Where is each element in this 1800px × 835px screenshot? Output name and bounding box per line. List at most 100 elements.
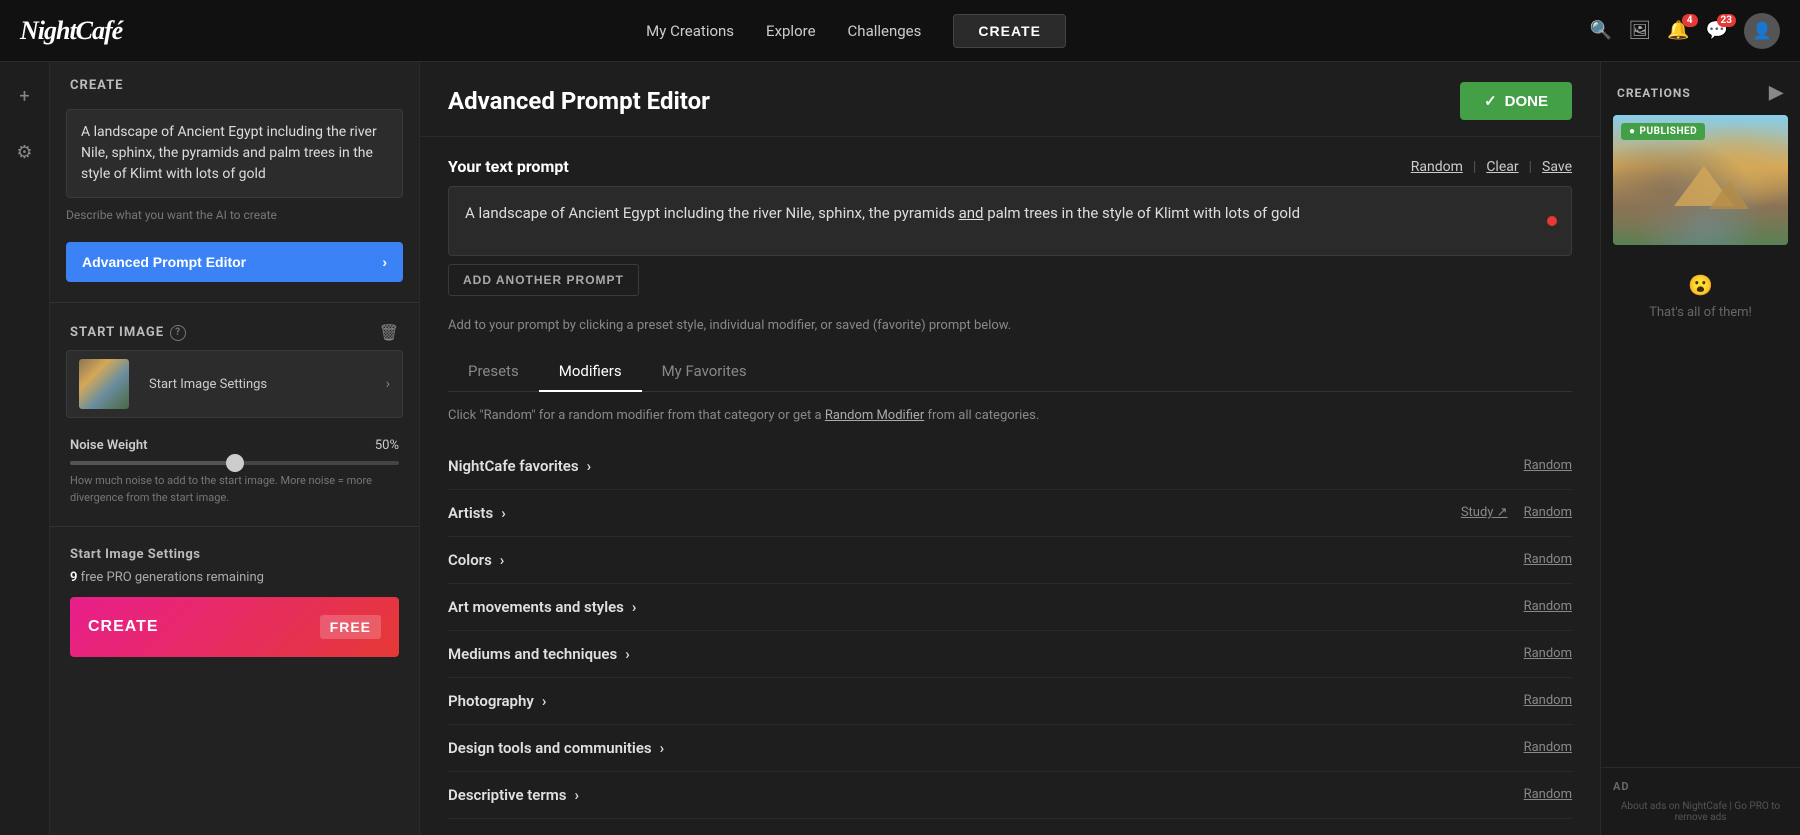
empty-state-emoji: 😮 bbox=[1688, 273, 1713, 297]
nightcafe-random-action[interactable]: Random bbox=[1524, 458, 1572, 473]
text-prompt-actions: Random | Clear | Save bbox=[1411, 159, 1572, 175]
add-prompt-hint: Add to your prompt by clicking a preset … bbox=[448, 316, 1572, 336]
random-modifier-link[interactable]: Random Modifier bbox=[825, 408, 924, 423]
noise-weight-hint: How much noise to add to the start image… bbox=[70, 473, 399, 506]
user-avatar[interactable]: 👤 bbox=[1744, 13, 1780, 49]
app-logo[interactable]: NightCafé bbox=[20, 16, 122, 46]
messages-icon[interactable]: 💬 23 bbox=[1706, 20, 1728, 41]
start-image-thumbnail bbox=[79, 359, 129, 409]
tab-modifiers[interactable]: Modifiers bbox=[539, 352, 642, 392]
editor-title: Advanced Prompt Editor bbox=[448, 87, 710, 115]
chevron-right-icon: › bbox=[382, 254, 387, 270]
modifier-categories-list: NightCafe favorites › Random Artists › S… bbox=[448, 443, 1572, 835]
editor-body: Your text prompt Random | Clear | Save A… bbox=[420, 137, 1600, 835]
noise-weight-section: Noise Weight 50% How much noise to add t… bbox=[50, 430, 419, 514]
main-layout: + ⚙ CREATE A landscape of Ancient Egypt … bbox=[0, 62, 1800, 835]
nav-explore[interactable]: Explore bbox=[766, 22, 816, 40]
category-culture-genre[interactable]: Culture / genre › Random bbox=[448, 819, 1572, 835]
slider-fill bbox=[70, 461, 235, 465]
advanced-prompt-editor-button[interactable]: Advanced Prompt Editor › bbox=[66, 242, 403, 282]
notifications-badge: 4 bbox=[1682, 14, 1698, 27]
start-image-settings-label: Start Image Settings bbox=[149, 377, 267, 392]
notifications-icon[interactable]: 🔔 4 bbox=[1667, 20, 1689, 41]
art-movements-random-action[interactable]: Random bbox=[1524, 599, 1572, 614]
colors-random-action[interactable]: Random bbox=[1524, 552, 1572, 567]
category-design-tools[interactable]: Design tools and communities › Random bbox=[448, 725, 1572, 772]
ad-links: About ads on NightCafe | Go PRO to remov… bbox=[1613, 801, 1788, 823]
text-prompt-section: Your text prompt Random | Clear | Save A… bbox=[448, 157, 1572, 296]
tab-presets[interactable]: Presets bbox=[448, 352, 539, 392]
empty-state-text: That's all of them! bbox=[1649, 305, 1752, 320]
category-chevron-icon: › bbox=[501, 504, 506, 522]
help-icon[interactable]: ? bbox=[170, 325, 186, 341]
clear-action[interactable]: Clear bbox=[1486, 159, 1518, 175]
left-panel: CREATE A landscape of Ancient Egypt incl… bbox=[50, 62, 420, 835]
nav-right-section: 🔍 🖼 🔔 4 💬 23 👤 bbox=[1590, 13, 1780, 49]
category-colors[interactable]: Colors › Random bbox=[448, 537, 1572, 584]
start-image-settings-row[interactable]: Start Image Settings › bbox=[66, 350, 403, 418]
nav-challenges[interactable]: Challenges bbox=[848, 22, 922, 40]
prompt-error-dot bbox=[1547, 216, 1557, 226]
tabs-row: Presets Modifiers My Favorites bbox=[448, 352, 1572, 392]
divider-1 bbox=[50, 302, 419, 303]
noise-weight-slider[interactable] bbox=[70, 461, 399, 465]
modifier-hint: Click "Random" for a random modifier fro… bbox=[448, 408, 1572, 423]
create-icon-btn[interactable]: + bbox=[7, 78, 43, 114]
free-tag: FREE bbox=[320, 615, 381, 639]
create-free-button[interactable]: CREATE FREE bbox=[70, 597, 399, 657]
category-art-movements[interactable]: Art movements and styles › Random bbox=[448, 584, 1572, 631]
expand-panel-icon[interactable]: ▶ bbox=[1769, 82, 1784, 103]
add-another-prompt-button[interactable]: ADD ANOTHER PROMPT bbox=[448, 264, 639, 296]
category-descriptive-terms[interactable]: Descriptive terms › Random bbox=[448, 772, 1572, 819]
about-ads-link[interactable]: About ads on NightCafe bbox=[1621, 801, 1727, 812]
prompt-display-box[interactable]: A landscape of Ancient Egypt including t… bbox=[448, 186, 1572, 256]
start-image-chevron-icon: › bbox=[386, 376, 390, 392]
artists-random-action[interactable]: Random bbox=[1524, 505, 1572, 520]
category-chevron-icon: › bbox=[575, 786, 580, 804]
free-gen-number: 9 bbox=[70, 570, 77, 585]
create-panel-header: CREATE bbox=[50, 62, 419, 101]
photography-random-action[interactable]: Random bbox=[1524, 693, 1572, 708]
category-nightcafe-favorites[interactable]: NightCafe favorites › Random bbox=[448, 443, 1572, 490]
image-icon[interactable]: 🖼 bbox=[1628, 20, 1651, 41]
category-photography[interactable]: Photography › Random bbox=[448, 678, 1572, 725]
start-image-header: START IMAGE ? 🗑 bbox=[50, 315, 419, 350]
creations-header-label: CREATIONS bbox=[1617, 86, 1691, 100]
descriptive-terms-random-action[interactable]: Random bbox=[1524, 787, 1572, 802]
noise-weight-value: 50% bbox=[375, 438, 399, 453]
settings-icon-btn[interactable]: ⚙ bbox=[7, 134, 43, 170]
main-content: Advanced Prompt Editor ✓ DONE Your text … bbox=[420, 62, 1600, 835]
top-navigation: NightCafé My Creations Explore Challenge… bbox=[0, 0, 1800, 62]
right-panel: CREATIONS ▶ ● PUBLISHED 😮 That's all of … bbox=[1600, 62, 1800, 835]
design-tools-random-action[interactable]: Random bbox=[1524, 740, 1572, 755]
done-button[interactable]: ✓ DONE bbox=[1460, 82, 1572, 120]
settings-section-title: Start Image Settings bbox=[70, 547, 399, 562]
nav-create-button[interactable]: CREATE bbox=[953, 14, 1066, 48]
artists-study-action[interactable]: Study ↗ bbox=[1461, 505, 1508, 520]
slider-thumb[interactable] bbox=[226, 454, 244, 472]
text-prompt-label: Your text prompt bbox=[448, 157, 569, 176]
nav-my-creations[interactable]: My Creations bbox=[646, 22, 734, 40]
nav-links: My Creations Explore Challenges CREATE bbox=[646, 14, 1066, 48]
creation-card[interactable]: ● PUBLISHED bbox=[1613, 115, 1788, 245]
random-action[interactable]: Random bbox=[1411, 159, 1463, 175]
category-chevron-icon: › bbox=[587, 457, 592, 475]
icon-sidebar: + ⚙ bbox=[0, 62, 50, 835]
category-artists[interactable]: Artists › Study ↗ Random bbox=[448, 490, 1572, 537]
free-gen-text: 9 free PRO generations remaining bbox=[70, 570, 399, 585]
mediums-random-action[interactable]: Random bbox=[1524, 646, 1572, 661]
bottom-settings-section: Start Image Settings 9 free PRO generati… bbox=[50, 539, 419, 665]
ad-label: AD bbox=[1613, 780, 1788, 793]
tab-my-favorites[interactable]: My Favorites bbox=[642, 352, 767, 392]
category-mediums-techniques[interactable]: Mediums and techniques › Random bbox=[448, 631, 1572, 678]
divider-2 bbox=[50, 526, 419, 527]
save-action[interactable]: Save bbox=[1542, 159, 1572, 175]
delete-start-image-icon[interactable]: 🗑 bbox=[379, 323, 399, 342]
right-panel-header: CREATIONS ▶ bbox=[1601, 62, 1800, 115]
editor-header: Advanced Prompt Editor ✓ DONE bbox=[420, 62, 1600, 137]
search-icon[interactable]: 🔍 bbox=[1590, 20, 1612, 41]
text-prompt-header: Your text prompt Random | Clear | Save bbox=[448, 157, 1572, 176]
category-chevron-icon: › bbox=[660, 739, 665, 757]
noise-weight-label: Noise Weight bbox=[70, 438, 147, 453]
prompt-text-box: A landscape of Ancient Egypt including t… bbox=[66, 109, 403, 198]
